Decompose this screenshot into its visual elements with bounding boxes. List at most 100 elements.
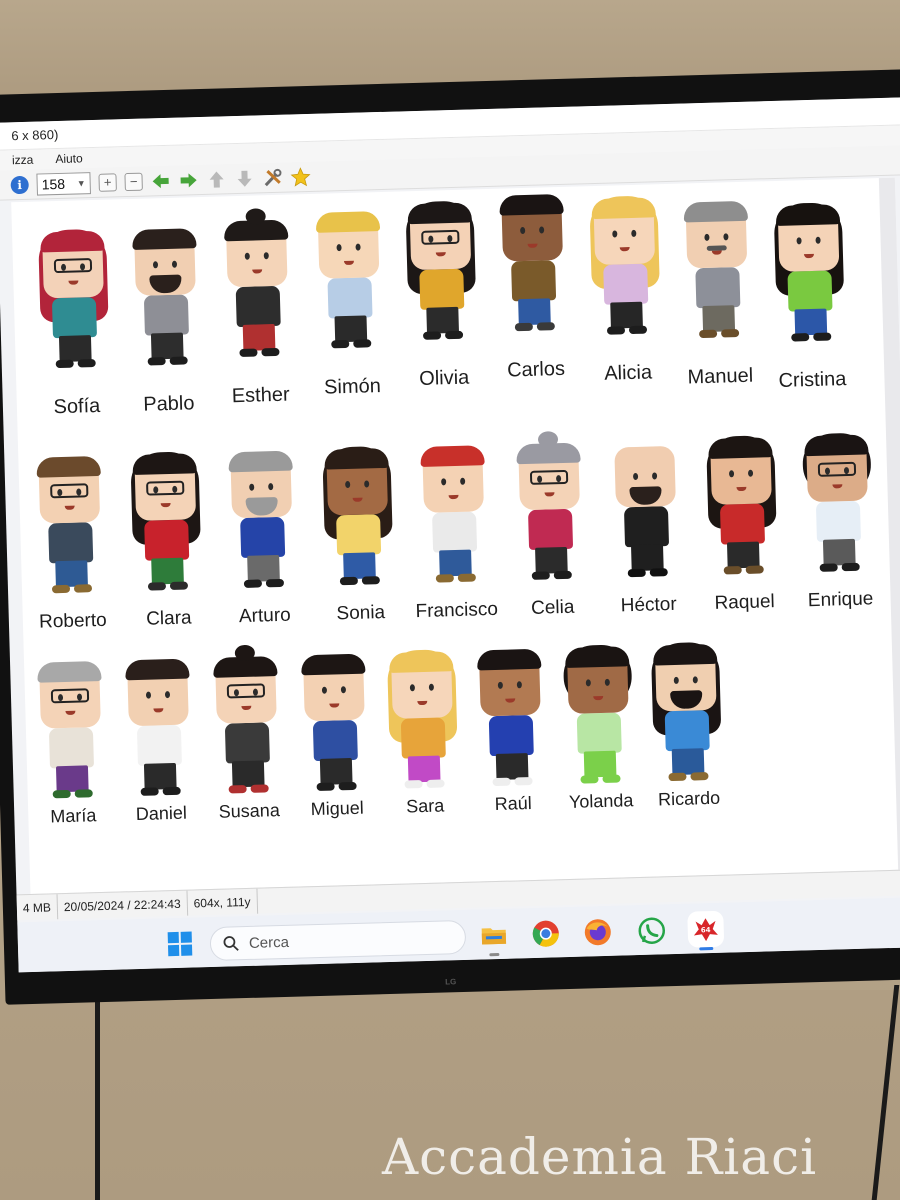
arrow-up-icon[interactable] — [206, 169, 227, 190]
character-avatar: Olivia — [399, 196, 485, 398]
windows-start-icon[interactable] — [167, 931, 193, 957]
avatar-shoe — [243, 579, 263, 588]
arrow-left-icon[interactable] — [150, 170, 171, 191]
avatar-body — [51, 296, 97, 339]
avatar-figure — [307, 205, 387, 349]
character-avatar: Manuel — [675, 195, 761, 397]
character-avatar: María — [29, 655, 115, 857]
avatar-shoe — [147, 357, 166, 366]
avatar-glasses — [50, 483, 89, 499]
avatar-body — [48, 727, 94, 769]
avatar-figure — [124, 447, 204, 591]
avatar-eye — [632, 472, 639, 481]
avatar-legs — [55, 560, 88, 588]
avatar-hair — [407, 202, 472, 225]
avatar-hair — [40, 230, 105, 253]
avatar-legs — [794, 308, 828, 336]
avatar-shoe — [649, 568, 668, 577]
avatar-shoe — [147, 582, 167, 591]
search-icon — [223, 936, 239, 951]
avatar-body — [327, 277, 373, 319]
character-avatar: Miguel — [293, 647, 379, 849]
avatar-shoe — [602, 774, 621, 784]
avatar-body — [815, 500, 861, 542]
avatar-eye — [460, 477, 466, 485]
avatar-body — [312, 719, 358, 762]
character-name-label: Enrique — [807, 588, 874, 612]
avatar-body — [240, 516, 286, 559]
info-icon[interactable]: i — [10, 175, 29, 194]
whatsapp-icon[interactable] — [637, 916, 666, 945]
avatar-eye — [364, 480, 370, 488]
avatar-eye — [747, 469, 754, 477]
menu-item-help[interactable]: Aiuto — [55, 151, 83, 166]
file-explorer-icon[interactable] — [479, 921, 508, 957]
avatar-eye — [441, 478, 447, 486]
avatar-shoe — [791, 333, 810, 342]
avatar-glasses — [817, 461, 857, 477]
avatar-eye — [268, 483, 274, 491]
star-icon[interactable] — [290, 166, 311, 187]
character-avatar: Sofía — [32, 224, 118, 426]
avatar-hair — [775, 204, 841, 226]
arrow-down-icon[interactable] — [234, 168, 255, 189]
avatar-shoe — [51, 584, 71, 594]
avatar-figure — [508, 431, 588, 580]
tools-icon[interactable] — [262, 167, 283, 188]
character-avatar: Yolanda — [557, 640, 643, 842]
avatar-eye — [796, 237, 802, 245]
character-avatar: Celia — [508, 431, 594, 638]
avatar-figure — [796, 428, 876, 572]
avatar-glasses — [53, 258, 93, 274]
avatar-hair — [132, 453, 197, 476]
character-avatar: Héctor — [604, 434, 690, 636]
avatar-body — [419, 268, 465, 310]
avatar-eye — [723, 233, 729, 241]
avatar-hair — [388, 651, 454, 673]
avatar-legs — [334, 315, 368, 343]
avatar-eye — [263, 252, 269, 260]
character-avatar: Cristina — [767, 198, 853, 400]
avatar-shoe — [580, 775, 599, 784]
avatar-shoe — [77, 359, 96, 368]
avatar-shoe — [250, 784, 269, 793]
chrome-icon[interactable] — [531, 919, 560, 948]
zoom-in-icon[interactable]: + — [98, 172, 117, 192]
avatar-eye — [520, 226, 526, 235]
irfanview-icon[interactable]: 64 — [691, 914, 721, 951]
avatar-body — [400, 717, 446, 759]
avatar-eye — [539, 226, 545, 234]
zoom-out-icon[interactable]: − — [124, 172, 143, 191]
cable — [95, 985, 100, 1200]
avatar-body — [432, 511, 478, 553]
avatar-body — [695, 266, 741, 309]
avatar-figure — [675, 195, 755, 339]
avatar-shoe — [721, 329, 740, 338]
taskbar-search[interactable]: Cerca — [209, 919, 467, 962]
zoom-value: 158 — [41, 175, 66, 192]
avatar-legs — [702, 305, 736, 333]
avatar-figure — [491, 188, 571, 332]
avatar-body — [144, 519, 190, 561]
avatar-shoe — [514, 776, 533, 786]
avatar-eye — [728, 470, 735, 478]
avatar-eye — [152, 261, 159, 269]
avatar-eye — [815, 236, 821, 244]
avatar-hair — [324, 447, 389, 470]
avatar-legs — [150, 332, 184, 360]
avatar-body — [48, 522, 94, 564]
avatar-hair — [683, 200, 748, 223]
arrow-right-icon[interactable] — [178, 170, 199, 191]
avatar-legs — [631, 544, 664, 572]
zoom-select[interactable]: 158 ▼ — [36, 171, 91, 196]
character-avatar: Alicia — [583, 191, 669, 393]
avatar-shoe — [531, 571, 550, 580]
avatar-legs — [726, 541, 760, 569]
avatar-figure — [124, 222, 204, 366]
avatar-legs — [822, 538, 856, 566]
image-viewer-canvas[interactable]: Sofía Pablo Esther Simón Olivia Carlos Alicia M… — [11, 177, 900, 895]
firefox-icon[interactable] — [583, 918, 612, 947]
menu-item[interactable]: izza — [12, 153, 34, 168]
avatar-glasses — [226, 683, 266, 699]
avatar-shoe — [338, 781, 357, 791]
